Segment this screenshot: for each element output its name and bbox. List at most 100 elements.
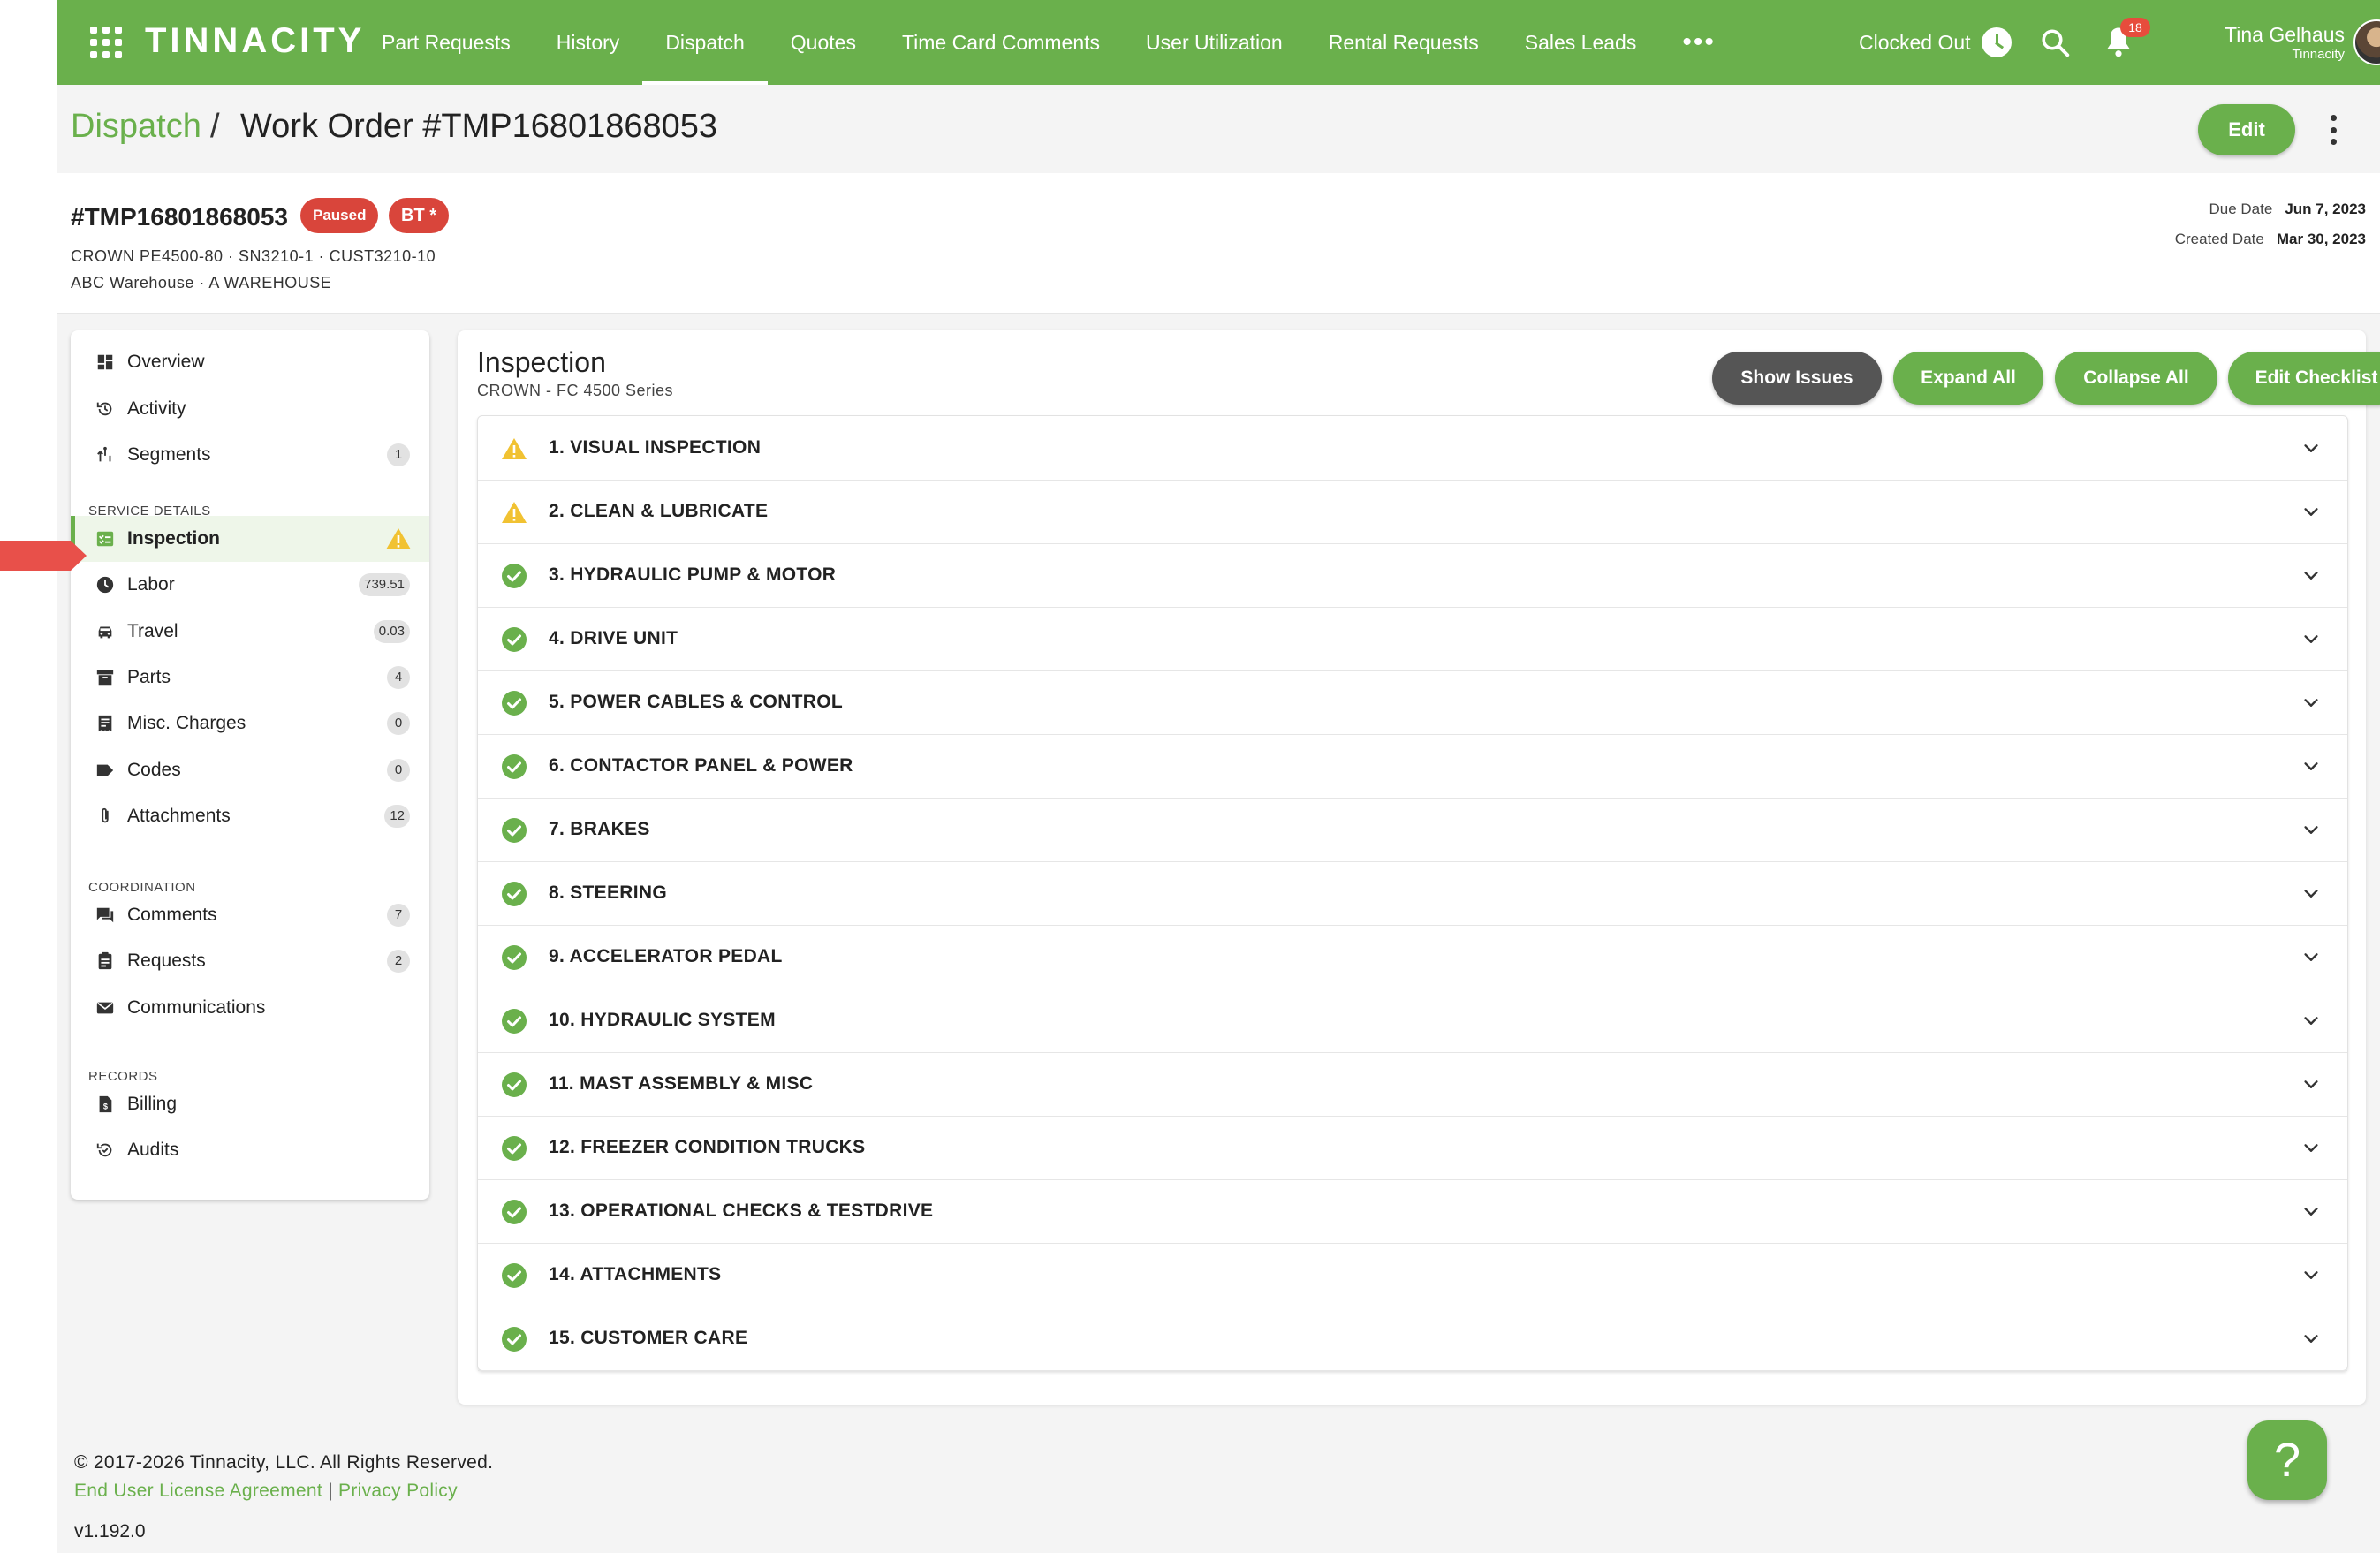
nav-item-sales-leads[interactable]: Sales Leads bbox=[1502, 0, 1660, 85]
sidebar-item-label: Communications bbox=[127, 996, 266, 1018]
car-icon bbox=[98, 626, 112, 638]
chevron-down-icon[interactable] bbox=[2301, 566, 2321, 586]
chevron-down-icon[interactable] bbox=[2301, 1266, 2321, 1285]
sidebar-item-codes[interactable]: Codes 0 bbox=[71, 747, 429, 793]
inspection-section-row[interactable]: 13. OPERATIONAL CHECKS & TESTDRIVE bbox=[478, 1179, 2347, 1244]
check-circle-icon bbox=[502, 882, 527, 906]
clock-status[interactable]: Clocked Out bbox=[1859, 0, 2012, 85]
mail-icon bbox=[96, 1002, 114, 1014]
check-circle-icon bbox=[502, 627, 527, 652]
chevron-down-icon[interactable] bbox=[2301, 821, 2321, 840]
user-menu[interactable]: Tina Gelhaus Tinnacity bbox=[2159, 23, 2345, 62]
inspection-section-row[interactable]: 4. DRIVE UNIT bbox=[478, 607, 2347, 671]
sidebar-item-attachments[interactable]: Attachments 12 bbox=[71, 793, 429, 839]
nav-item-quotes[interactable]: Quotes bbox=[768, 0, 879, 85]
chevron-down-icon[interactable] bbox=[2301, 1011, 2321, 1031]
show-issues-button[interactable]: Show Issues bbox=[1712, 352, 1882, 405]
sidebar-item-label: Labor bbox=[127, 574, 175, 595]
checklist-icon bbox=[96, 531, 114, 547]
count-badge: 4 bbox=[387, 665, 410, 689]
help-button[interactable]: ? bbox=[2247, 1420, 2327, 1500]
chevron-down-icon[interactable] bbox=[2301, 693, 2321, 713]
chevron-down-icon[interactable] bbox=[2301, 439, 2321, 458]
avatar[interactable] bbox=[2353, 19, 2380, 65]
nav-item-part-requests[interactable]: Part Requests bbox=[359, 0, 534, 85]
sidebar-item-inspection[interactable]: Inspection bbox=[71, 516, 429, 562]
inspection-section-row[interactable]: 9. ACCELERATOR PEDAL bbox=[478, 925, 2347, 989]
check-circle-icon bbox=[502, 564, 527, 588]
footer-links: End User License Agreement | Privacy Pol… bbox=[74, 1481, 458, 1502]
sidebar-item-misc-charges[interactable]: Misc. Charges 0 bbox=[71, 701, 429, 746]
inspection-section-row[interactable]: 14. ATTACHMENTS bbox=[478, 1243, 2347, 1307]
inspection-section-row[interactable]: 11. MAST ASSEMBLY & MISC bbox=[478, 1052, 2347, 1117]
audit-icon bbox=[96, 1143, 112, 1157]
segments-icon bbox=[97, 446, 111, 462]
sidebar-item-travel[interactable]: Travel 0.03 bbox=[71, 609, 429, 655]
inspection-subtitle: CROWN - FC 4500 Series bbox=[477, 382, 674, 399]
chevron-down-icon[interactable] bbox=[2301, 884, 2321, 904]
count-badge: 0 bbox=[387, 712, 410, 736]
sidebar-item-activity[interactable]: Activity bbox=[71, 386, 429, 432]
sidebar-item-label: Attachments bbox=[127, 805, 231, 826]
sidebar-item-billing[interactable]: $ Billing bbox=[71, 1081, 429, 1127]
inspection-section-row[interactable]: 8. STEERING bbox=[478, 861, 2347, 926]
inspection-section-row[interactable]: 3. HYDRAULIC PUMP & MOTOR bbox=[478, 543, 2347, 608]
chevron-down-icon[interactable] bbox=[2301, 948, 2321, 967]
due-date-label: Due Date bbox=[2209, 201, 2273, 217]
sidebar-item-labor[interactable]: Labor 739.51 bbox=[71, 562, 429, 608]
user-name: Tina Gelhaus bbox=[2225, 23, 2345, 46]
sidebar-item-requests[interactable]: Requests 2 bbox=[71, 938, 429, 984]
eula-link[interactable]: End User License Agreement bbox=[74, 1481, 322, 1501]
inspection-section-row[interactable]: 10. HYDRAULIC SYSTEM bbox=[478, 989, 2347, 1053]
chevron-down-icon[interactable] bbox=[2301, 757, 2321, 776]
chevron-down-icon[interactable] bbox=[2301, 1139, 2321, 1158]
collapse-all-button[interactable]: Collapse All bbox=[2055, 352, 2217, 405]
inspection-section-row[interactable]: 7. BRAKES bbox=[478, 798, 2347, 862]
search-icon[interactable] bbox=[2039, 27, 2071, 58]
inspection-section-list: 1. VISUAL INSPECTION 2. CLEAN & LUBRICATE… bbox=[477, 415, 2348, 1371]
nav-item-history[interactable]: History bbox=[534, 0, 643, 85]
sidebar-item-overview[interactable]: Overview bbox=[71, 339, 429, 385]
chevron-down-icon[interactable] bbox=[2301, 1330, 2321, 1349]
check-circle-icon bbox=[502, 1263, 527, 1288]
nav-item-user-utilization[interactable]: User Utilization bbox=[1123, 0, 1306, 85]
sidebar-item-audits[interactable]: Audits bbox=[71, 1127, 429, 1173]
nav-item-rental-requests[interactable]: Rental Requests bbox=[1306, 0, 1502, 85]
chevron-down-icon[interactable] bbox=[2301, 503, 2321, 522]
sidebar-item-segments[interactable]: Segments 1 bbox=[71, 432, 429, 478]
inspection-section-row[interactable]: 15. CUSTOMER CARE bbox=[478, 1307, 2347, 1371]
more-options-icon[interactable] bbox=[2329, 115, 2338, 145]
nav-more-icon[interactable]: ••• bbox=[1659, 0, 1739, 85]
edit-checklist-button[interactable]: Edit Checklist bbox=[2228, 352, 2380, 405]
inspection-section-row[interactable]: 1. VISUAL INSPECTION bbox=[478, 416, 2347, 481]
invoice-icon: $ bbox=[99, 1095, 112, 1113]
paperclip-icon bbox=[102, 807, 109, 823]
app-logo[interactable]: TINNACITY bbox=[145, 21, 365, 61]
edit-button[interactable]: Edit bbox=[2198, 104, 2295, 155]
breadcrumb-dispatch-link[interactable]: Dispatch bbox=[71, 108, 201, 146]
inspection-section-label: 3. HYDRAULIC PUMP & MOTOR bbox=[549, 564, 837, 585]
sidebar-item-label: Segments bbox=[127, 444, 211, 465]
check-circle-icon bbox=[502, 945, 527, 970]
sidebar-item-comments[interactable]: Comments 7 bbox=[71, 892, 429, 938]
sidebar-item-parts[interactable]: Parts 4 bbox=[71, 655, 429, 701]
work-order-summary: #TMP16801868053 Paused BT * CROWN PE4500… bbox=[57, 173, 2380, 314]
nav-item-dispatch[interactable]: Dispatch bbox=[642, 0, 769, 85]
chevron-down-icon[interactable] bbox=[2301, 1075, 2321, 1095]
sidebar-item-label: Billing bbox=[127, 1094, 178, 1114]
inspection-section-row[interactable]: 6. CONTACTOR PANEL & POWER bbox=[478, 734, 2347, 799]
privacy-policy-link[interactable]: Privacy Policy bbox=[338, 1481, 458, 1501]
notification-badge: 18 bbox=[2120, 18, 2150, 37]
expand-all-button[interactable]: Expand All bbox=[1893, 352, 2043, 405]
breadcrumb: Dispatch / Work Order #TMP16801868053 Ed… bbox=[57, 85, 2380, 173]
check-circle-icon bbox=[502, 1072, 527, 1097]
apps-grid-icon[interactable] bbox=[90, 27, 122, 58]
inspection-section-row[interactable]: 5. POWER CABLES & CONTROL bbox=[478, 670, 2347, 735]
sidebar-item-communications[interactable]: Communications bbox=[71, 985, 429, 1031]
inspection-section-row[interactable]: 2. CLEAN & LUBRICATE bbox=[478, 480, 2347, 544]
nav-item-time-card-comments[interactable]: Time Card Comments bbox=[879, 0, 1123, 85]
chevron-down-icon[interactable] bbox=[2301, 1202, 2321, 1222]
chevron-down-icon[interactable] bbox=[2301, 630, 2321, 649]
status-badge: Paused bbox=[300, 198, 379, 233]
inspection-section-row[interactable]: 12. FREEZER CONDITION TRUCKS bbox=[478, 1116, 2347, 1180]
